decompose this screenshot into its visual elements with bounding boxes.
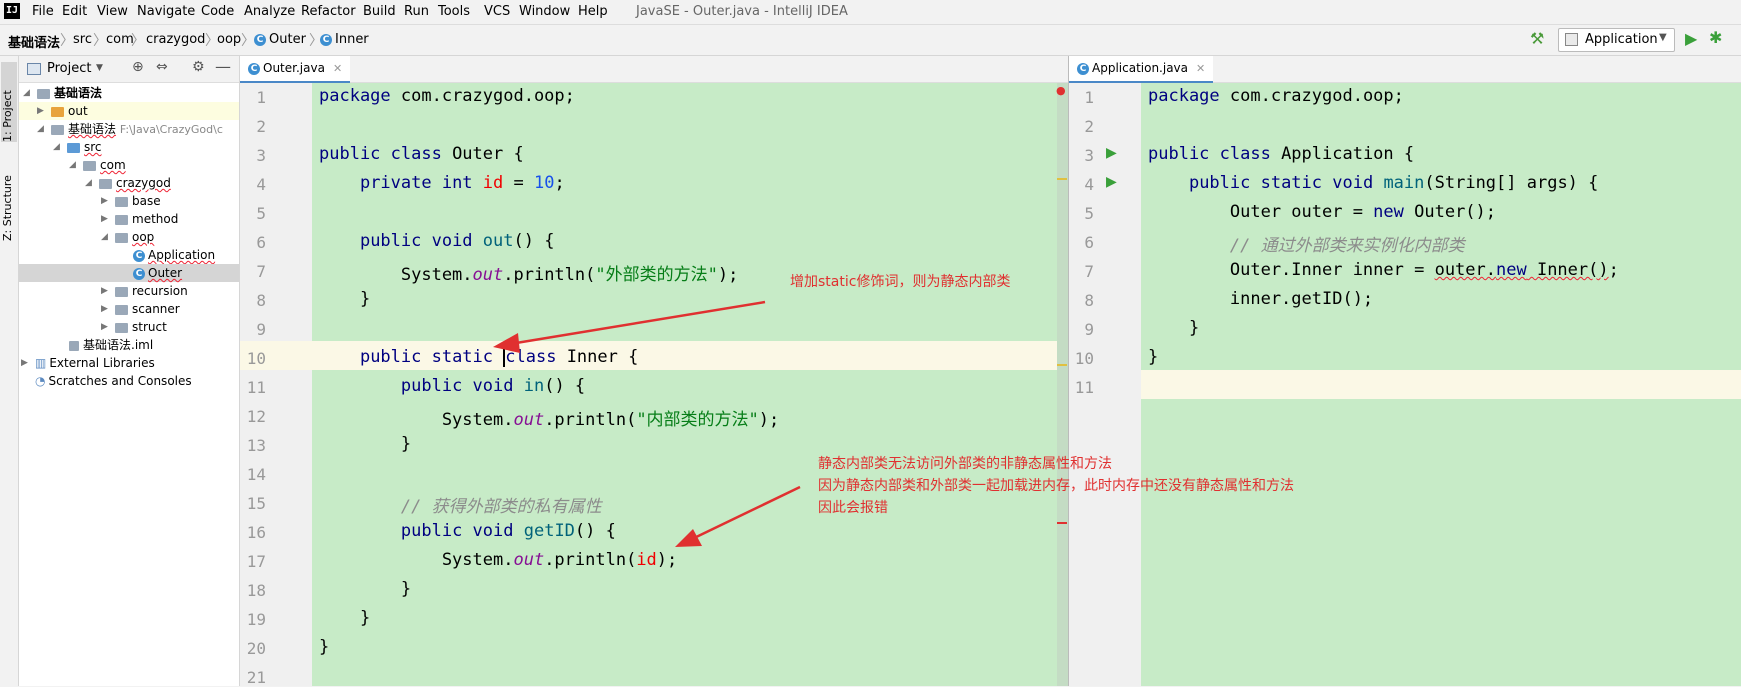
annotation-arrows bbox=[493, 300, 801, 547]
arrow-to-static-keyword bbox=[493, 300, 766, 353]
arrow-to-id-reference bbox=[675, 485, 801, 547]
